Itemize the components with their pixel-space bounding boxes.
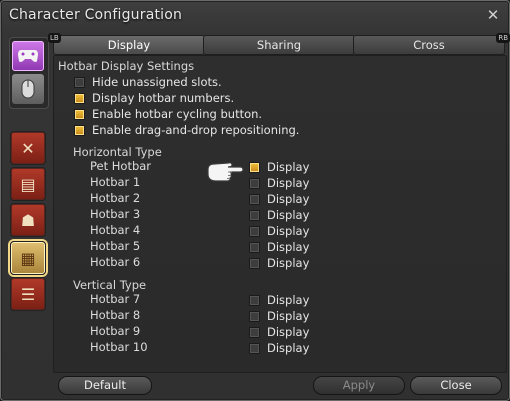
chat-bubble-icon: ☰ — [20, 284, 36, 304]
id-card-icon: ▤ — [20, 174, 36, 194]
default-button[interactable]: Default — [58, 376, 152, 395]
checkbox[interactable] — [74, 124, 85, 136]
rb-badge: RB — [496, 33, 510, 43]
tab-sharing[interactable]: Sharing — [203, 35, 355, 55]
option-display-numbers[interactable]: Display hotbar numbers. — [74, 91, 234, 105]
checkbox[interactable] — [249, 326, 260, 338]
pointing-hand-cursor-icon — [207, 162, 244, 182]
display-toggle-hotbar-3[interactable]: Display — [249, 208, 309, 222]
display-label: Display — [267, 309, 310, 323]
tab-cross[interactable]: Cross RB — [353, 33, 510, 55]
display-label: Display — [267, 293, 310, 307]
display-label: Display — [267, 176, 310, 190]
checkbox[interactable] — [249, 257, 260, 269]
hotbar-name: Hotbar 10 — [90, 340, 148, 354]
hotbar-name: Pet Hotbar — [90, 159, 152, 173]
window-title: Character Configuration — [9, 7, 183, 23]
display-label: Display — [267, 240, 310, 254]
display-label: Display — [267, 208, 310, 222]
display-label: Display — [267, 256, 310, 270]
category-hotbar-button[interactable]: ▦ — [10, 241, 46, 275]
checkered-hotbar-icon: ▦ — [20, 248, 36, 268]
display-toggle-hotbar-8[interactable]: Display — [249, 309, 309, 323]
display-settings-panel: Hotbar Display Settings Hide unassigned … — [53, 55, 507, 373]
option-hide-unassigned[interactable]: Hide unassigned slots. — [74, 75, 222, 89]
option-drag-drop[interactable]: Enable drag-and-drop repositioning. — [74, 123, 299, 137]
display-label: Display — [267, 160, 310, 174]
checkbox[interactable] — [249, 342, 260, 354]
display-toggle-hotbar-4[interactable]: Display — [249, 224, 309, 238]
display-label: Display — [267, 341, 310, 355]
character-icon: ☗ — [20, 210, 36, 230]
checkbox[interactable] — [249, 225, 260, 237]
checkbox[interactable] — [249, 241, 260, 253]
hotbar-name: Hotbar 9 — [90, 324, 141, 338]
device-toggle-group — [9, 37, 49, 109]
checkbox[interactable] — [249, 209, 260, 221]
hotbar-name: Hotbar 6 — [90, 255, 141, 269]
option-label: Hide unassigned slots. — [92, 75, 222, 89]
option-cycling-button[interactable]: Enable hotbar cycling button. — [74, 107, 262, 121]
tab-cross-label: Cross — [413, 38, 445, 52]
character-configuration-window: Character Configuration ✕ ✕ ▤ ☗ ▦ ☰ LB D… — [0, 0, 510, 401]
hotbar-name: Hotbar 7 — [90, 292, 141, 306]
close-x-icon[interactable]: ✕ — [484, 6, 502, 24]
tab-display[interactable]: LB Display — [48, 33, 205, 55]
display-label: Display — [267, 224, 310, 238]
display-toggle-hotbar-6[interactable]: Display — [249, 256, 309, 270]
display-toggle-hotbar-2[interactable]: Display — [249, 192, 309, 206]
checkbox[interactable] — [74, 76, 85, 88]
display-toggle-hotbar-9[interactable]: Display — [249, 325, 309, 339]
category-chat-button[interactable]: ☰ — [10, 277, 46, 311]
gamepad-mode-button[interactable] — [12, 41, 44, 71]
mouse-icon — [21, 79, 35, 99]
crossed-swords-icon: ✕ — [21, 138, 35, 158]
checkbox[interactable] — [249, 177, 260, 189]
category-character-button[interactable]: ☗ — [10, 203, 46, 237]
sidebar: ✕ ▤ ☗ ▦ ☰ — [9, 37, 49, 337]
hotbar-display-settings-title: Hotbar Display Settings — [58, 59, 195, 73]
hotbar-name: Hotbar 8 — [90, 308, 141, 322]
category-combat-button[interactable]: ✕ — [10, 131, 46, 165]
vertical-type-title: Vertical Type — [73, 278, 147, 292]
display-toggle-hotbar-10[interactable]: Display — [249, 341, 309, 355]
display-toggle-hotbar-5[interactable]: Display — [249, 240, 309, 254]
hotbar-name: Hotbar 2 — [90, 191, 141, 205]
option-label: Display hotbar numbers. — [92, 91, 235, 105]
tab-display-label: Display — [107, 38, 151, 52]
checkbox[interactable] — [249, 193, 260, 205]
gamepad-icon — [18, 50, 38, 62]
hotbar-name: Hotbar 5 — [90, 239, 141, 253]
option-label: Enable drag-and-drop repositioning. — [92, 123, 300, 137]
hotbar-name: Hotbar 4 — [90, 223, 141, 237]
checkbox[interactable] — [74, 92, 85, 104]
display-toggle-hotbar-7[interactable]: Display — [249, 293, 309, 307]
mouse-mode-button[interactable] — [12, 74, 44, 104]
close-button[interactable]: Close — [410, 376, 502, 395]
checkbox[interactable] — [249, 161, 260, 173]
display-toggle-hotbar-1[interactable]: Display — [249, 176, 309, 190]
display-toggle-pet-hotbar[interactable]: Display — [249, 160, 309, 174]
checkbox[interactable] — [249, 294, 260, 306]
titlebar[interactable]: Character Configuration ✕ — [1, 1, 509, 31]
hotbar-name: Hotbar 3 — [90, 207, 141, 221]
hotbar-name: Hotbar 1 — [90, 175, 141, 189]
checkbox[interactable] — [249, 310, 260, 322]
horizontal-type-title: Horizontal Type — [73, 145, 162, 159]
tab-strip: LB Display Sharing Cross RB — [48, 33, 510, 55]
display-label: Display — [267, 192, 310, 206]
option-label: Enable hotbar cycling button. — [92, 107, 263, 121]
checkbox[interactable] — [74, 108, 85, 120]
tab-sharing-label: Sharing — [256, 38, 302, 52]
lb-badge: LB — [48, 33, 61, 43]
category-card-button[interactable]: ▤ — [10, 167, 46, 201]
apply-button[interactable]: Apply — [313, 376, 405, 395]
display-label: Display — [267, 325, 310, 339]
